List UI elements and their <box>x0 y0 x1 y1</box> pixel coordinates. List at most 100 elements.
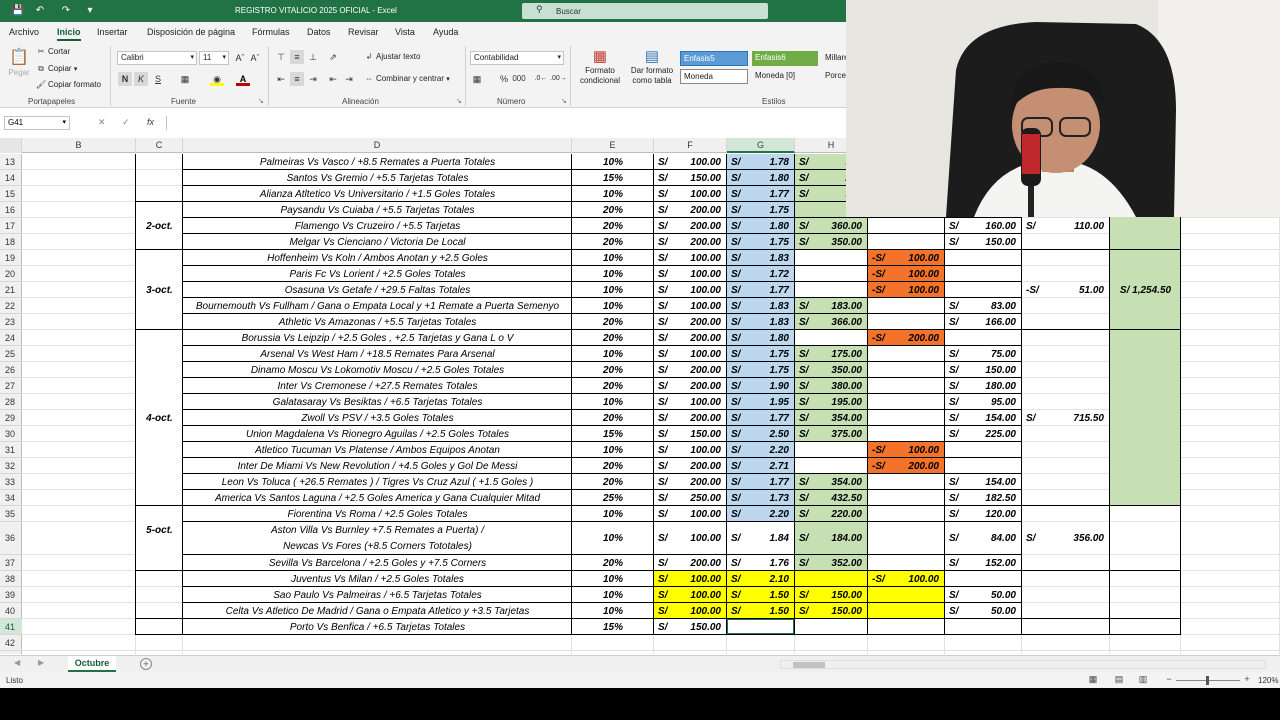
scroll-right-icon[interactable]: ▶ <box>38 658 44 667</box>
row-header[interactable]: 18 <box>0 234 22 250</box>
tab-vista[interactable]: Vista <box>395 27 415 37</box>
row-header[interactable]: 15 <box>0 186 22 202</box>
row-header[interactable]: 30 <box>0 426 22 442</box>
tab-ayuda[interactable]: Ayuda <box>433 27 458 37</box>
row-header[interactable]: 41 <box>0 619 22 635</box>
row-header[interactable]: 32 <box>0 458 22 474</box>
comma-style-icon[interactable]: 000 <box>512 72 526 86</box>
tab-insertar[interactable]: Insertar <box>97 27 128 37</box>
cell-style-enfasis5[interactable]: Enfasis5 <box>680 51 748 66</box>
cut-button[interactable]: ✂ Cortar <box>36 47 71 56</box>
cancel-icon[interactable]: ✕ <box>98 117 106 128</box>
page-break-icon[interactable]: ▥ <box>1136 674 1150 686</box>
row-header[interactable]: 19 <box>0 250 22 266</box>
conditional-format-button[interactable]: ▦ Formato condicional <box>574 48 626 86</box>
shrink-font-icon[interactable]: Aˇ <box>248 51 262 65</box>
accounting-format-icon[interactable]: ▦ <box>470 72 484 86</box>
wrap-text-button[interactable]: ↲ Ajustar texto <box>364 52 421 61</box>
row-header[interactable]: 34 <box>0 490 22 506</box>
insert-function-icon[interactable]: fx <box>147 117 154 127</box>
zoom-in-icon[interactable]: + <box>1240 674 1254 686</box>
grow-font-icon[interactable]: Aˆ <box>233 51 247 65</box>
row-header[interactable]: 13 <box>0 154 22 170</box>
cell-style-moneda0[interactable]: Moneda [0] <box>752 69 818 84</box>
row-header[interactable]: 39 <box>0 587 22 603</box>
sheet-grid[interactable]: Palmeiras Vs Vasco / +8.5 Remates a Puer… <box>22 154 1280 654</box>
align-right-icon[interactable]: ⇥ <box>306 72 320 86</box>
row-header[interactable]: 14 <box>0 170 22 186</box>
select-all-corner[interactable] <box>0 138 22 153</box>
font-name-select[interactable]: Calibri ▾ <box>117 51 197 65</box>
redo-icon[interactable]: ↷ <box>58 3 74 19</box>
align-bottom-icon[interactable]: ⊥ <box>306 50 320 64</box>
row-header[interactable]: 27 <box>0 378 22 394</box>
tab-archivo[interactable]: Archivo <box>9 27 39 37</box>
row-header[interactable]: 24 <box>0 330 22 346</box>
zoom-slider-knob[interactable] <box>1206 676 1209 685</box>
row-header[interactable]: 42 <box>0 635 22 651</box>
column-header-b[interactable]: B <box>22 138 136 153</box>
row-header[interactable]: 36 <box>0 522 22 555</box>
customize-icon[interactable]: ▾ <box>82 3 98 19</box>
percent-style-icon[interactable]: % <box>497 72 511 86</box>
row-header[interactable]: 38 <box>0 571 22 587</box>
row-header[interactable]: 20 <box>0 266 22 282</box>
undo-icon[interactable]: ↶ <box>32 3 48 19</box>
orientation-icon[interactable]: ⇗ <box>326 50 340 64</box>
font-color-icon[interactable]: A <box>236 72 250 86</box>
dialog-launcher-icon[interactable]: ↘ <box>456 97 462 105</box>
page-layout-icon[interactable]: ▤ <box>1112 674 1126 686</box>
column-header-e[interactable]: E <box>572 138 654 153</box>
normal-view-icon[interactable]: ▦ <box>1086 674 1100 686</box>
formula-input[interactable] <box>166 116 846 130</box>
active-cell-G41[interactable] <box>726 618 795 635</box>
align-left-icon[interactable]: ⇤ <box>274 72 288 86</box>
column-header-d[interactable]: D <box>183 138 572 153</box>
bold-button[interactable]: N <box>118 72 132 86</box>
zoom-slider[interactable] <box>1176 676 1240 685</box>
align-middle-icon[interactable]: ≡ <box>290 50 304 64</box>
column-header-f[interactable]: F <box>654 138 727 153</box>
format-painter-button[interactable]: 🖌 Copiar formato <box>36 80 101 89</box>
scroll-left-icon[interactable]: ◀ <box>14 658 20 667</box>
add-sheet-button[interactable]: + <box>140 658 152 670</box>
align-top-icon[interactable]: ⊤ <box>274 50 288 64</box>
row-header[interactable]: 25 <box>0 346 22 362</box>
zoom-out-icon[interactable]: − <box>1162 674 1176 686</box>
cell-style-enfasis6[interactable]: Enfasis6 <box>752 51 818 66</box>
format-as-table-button[interactable]: ▤ Dar formato como tabla <box>628 48 676 86</box>
scroll-thumb[interactable] <box>793 662 825 668</box>
fill-color-icon[interactable]: ◉ <box>210 72 224 86</box>
decrease-indent-icon[interactable]: ⇤ <box>326 72 340 86</box>
underline-button[interactable]: S <box>151 72 165 86</box>
row-header[interactable]: 17 <box>0 218 22 234</box>
row-header[interactable]: 26 <box>0 362 22 378</box>
row-header[interactable]: 16 <box>0 202 22 218</box>
row-header[interactable]: 40 <box>0 603 22 619</box>
increase-decimal-icon[interactable]: .0← <box>534 72 548 86</box>
horizontal-scrollbar[interactable] <box>780 660 1266 669</box>
row-header[interactable]: 33 <box>0 474 22 490</box>
number-format-select[interactable]: Contabilidad ▾ <box>470 51 564 65</box>
row-header[interactable]: 22 <box>0 298 22 314</box>
row-header[interactable]: 23 <box>0 314 22 330</box>
tab-datos[interactable]: Datos <box>307 27 331 37</box>
tab-revisar[interactable]: Revisar <box>348 27 379 37</box>
sheet-tab-octubre[interactable]: Octubre <box>68 656 116 672</box>
name-box[interactable]: G41 ▾ <box>4 116 70 130</box>
cell-style-millares[interactable]: Millares <box>822 51 853 66</box>
row-header[interactable]: 28 <box>0 394 22 410</box>
paste-button[interactable]: 📋 Pegar <box>8 48 30 84</box>
enter-icon[interactable]: ✓ <box>122 117 130 128</box>
font-size-select[interactable]: 11 ▾ <box>199 51 229 65</box>
dialog-launcher-icon[interactable]: ↘ <box>561 97 567 105</box>
row-header[interactable]: 35 <box>0 506 22 522</box>
borders-icon[interactable]: ▦ <box>178 72 192 86</box>
search-input[interactable]: ⚲ Buscar <box>522 3 768 19</box>
row-header[interactable]: 21 <box>0 282 22 298</box>
row-header[interactable]: 29 <box>0 410 22 426</box>
row-header[interactable]: 31 <box>0 442 22 458</box>
increase-indent-icon[interactable]: ⇥ <box>342 72 356 86</box>
row-header[interactable]: 37 <box>0 555 22 571</box>
dialog-launcher-icon[interactable]: ↘ <box>258 97 264 105</box>
